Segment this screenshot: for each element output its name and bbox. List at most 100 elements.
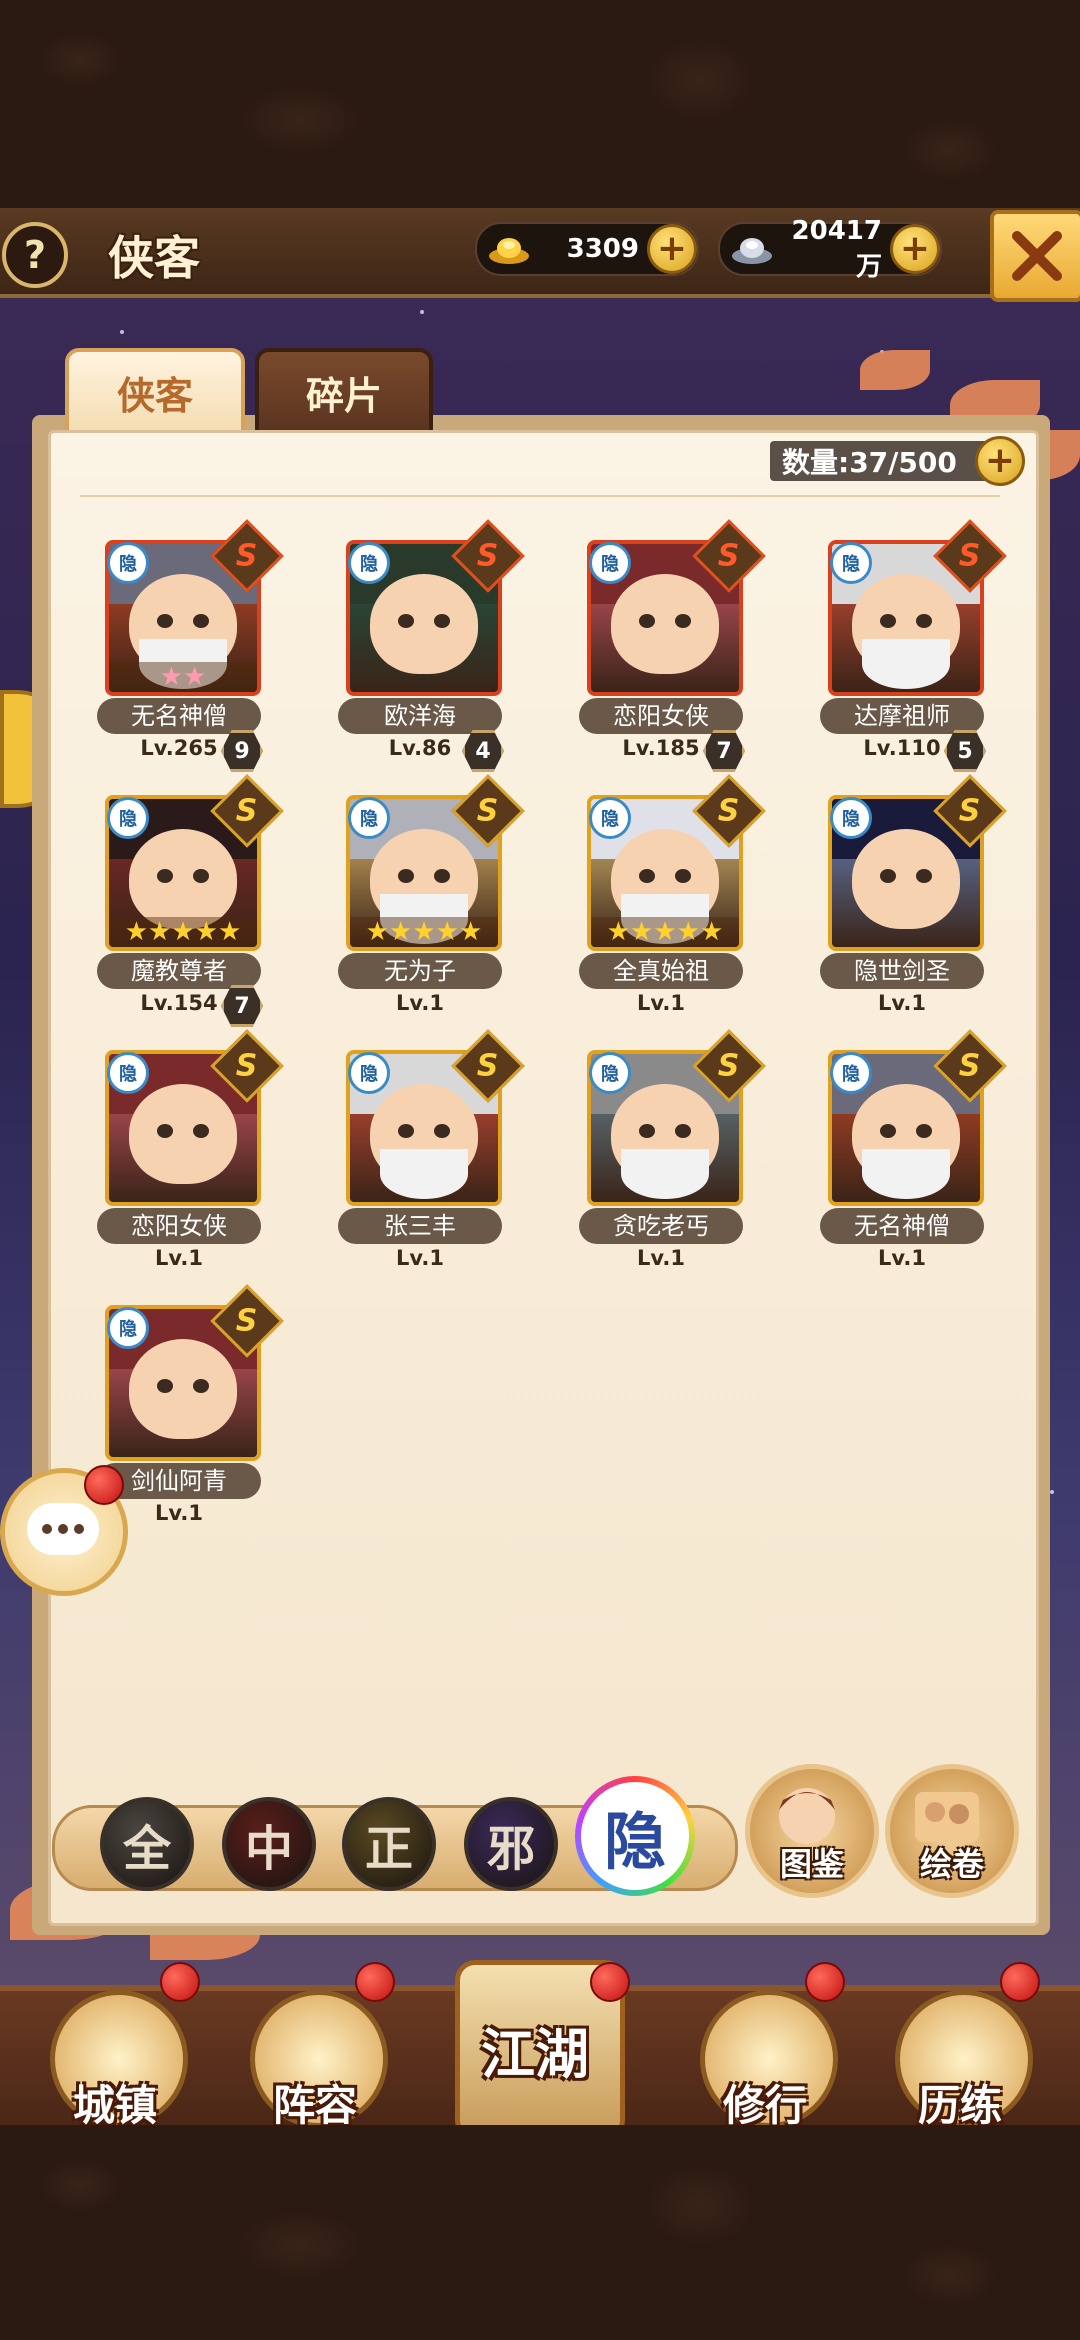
star-rating: ★ ★ ★ ★ ★ bbox=[591, 917, 739, 947]
hidden-faction-tag: 隐 bbox=[830, 797, 872, 839]
nav-label: 修行 bbox=[722, 2081, 807, 2130]
hidden-faction-tag: 隐 bbox=[107, 797, 149, 839]
star-icon: ★ bbox=[435, 917, 459, 947]
scroll-album-label: 绘卷 bbox=[919, 1845, 984, 1883]
hidden-faction-tag: 隐 bbox=[348, 542, 390, 584]
nav-training[interactable]: 修行 bbox=[695, 1990, 838, 2130]
silver-currency: 20417万 + bbox=[718, 216, 942, 282]
filter-neutral-button[interactable]: 中 bbox=[222, 1797, 316, 1891]
hidden-faction-tag: 隐 bbox=[348, 1052, 390, 1094]
hidden-faction-tag: 隐 bbox=[830, 1052, 872, 1094]
hero-name: 达摩祖师 bbox=[820, 698, 984, 734]
codex-label: 图鉴 bbox=[779, 1845, 844, 1883]
filter-evil-button[interactable]: 邪 bbox=[464, 1797, 558, 1891]
close-icon bbox=[1012, 231, 1062, 281]
hero-name: 欧洋海 bbox=[338, 698, 502, 734]
star-icon: ★ bbox=[653, 917, 677, 947]
gold-ingot-currency: 3309 + bbox=[475, 222, 699, 276]
hero-card[interactable]: ★ ★ ★ ★ ★ 隐 S 全真始祖 Lv.1 bbox=[579, 774, 766, 1015]
tab-heroes[interactable]: 侠客 bbox=[65, 348, 245, 436]
scroll-album-button[interactable]: 绘卷 bbox=[885, 1764, 1019, 1898]
hero-name: 恋阳女侠 bbox=[97, 1208, 261, 1244]
hero-name: 无名神僧 bbox=[820, 1208, 984, 1244]
hidden-faction-tag: 隐 bbox=[107, 1052, 149, 1094]
star-icon: ★ bbox=[412, 917, 436, 947]
star-icon: ★ bbox=[194, 917, 218, 947]
star-icon: ★ bbox=[389, 917, 413, 947]
hero-card[interactable]: 隐 S 达摩祖师 Lv.110 5 bbox=[820, 519, 1007, 772]
hero-name: 恋阳女侠 bbox=[579, 698, 743, 734]
hero-name: 魔教尊者 bbox=[97, 953, 261, 989]
nav-label: 历练 bbox=[917, 2081, 1002, 2130]
hero-card[interactable]: 隐 S 无名神僧 Lv.1 bbox=[820, 1029, 1007, 1270]
star-icon: ★ bbox=[217, 917, 242, 947]
star-icon: ★ bbox=[183, 662, 207, 692]
hidden-faction-tag: 隐 bbox=[107, 1307, 149, 1349]
notification-dot bbox=[160, 1962, 200, 2002]
hero-card[interactable]: 隐 S 剑仙阿青 Lv.1 bbox=[97, 1284, 284, 1525]
notification-dot bbox=[84, 1465, 124, 1505]
nav-trials[interactable]: 历练 bbox=[890, 1990, 1033, 2130]
hidden-faction-tag: 隐 bbox=[830, 542, 872, 584]
hero-card[interactable]: 隐 S 贪吃老丐 Lv.1 bbox=[579, 1029, 766, 1270]
star-rating: ★ ★ bbox=[109, 662, 257, 692]
hero-card[interactable]: 隐 S 张三丰 Lv.1 bbox=[338, 1029, 525, 1270]
hidden-faction-tag: 隐 bbox=[589, 1052, 631, 1094]
hero-level: Lv.1 bbox=[637, 991, 685, 1015]
star-icon: ★ bbox=[458, 917, 483, 947]
divider bbox=[80, 495, 1000, 497]
roster-count: 数量:37/500 bbox=[770, 441, 1002, 481]
hero-name: 无名神僧 bbox=[97, 698, 261, 734]
add-silver-button[interactable]: + bbox=[890, 224, 940, 274]
nav-jianghu[interactable]: 江湖 bbox=[455, 1960, 625, 2140]
nav-label: 城镇 bbox=[72, 2081, 157, 2130]
hero-name: 全真始祖 bbox=[579, 953, 743, 989]
hidden-faction-tag: 隐 bbox=[589, 542, 631, 584]
star-icon: ★ bbox=[148, 917, 172, 947]
star-icon: ★ bbox=[124, 917, 149, 947]
hero-level: Lv.1 bbox=[396, 991, 444, 1015]
hidden-faction-tag: 隐 bbox=[107, 542, 149, 584]
nav-lineup[interactable]: 阵容 bbox=[245, 1990, 388, 2130]
star-rating: ★ ★ ★ ★ ★ bbox=[350, 917, 498, 947]
star-rating: ★ ★ ★ ★ ★ bbox=[109, 917, 257, 947]
hero-name: 隐世剑圣 bbox=[820, 953, 984, 989]
nav-town[interactable]: 城镇 bbox=[45, 1990, 188, 2130]
tab-fragments[interactable]: 碎片 bbox=[255, 348, 433, 436]
help-button[interactable]: ? bbox=[2, 222, 68, 288]
silver-ingot-icon bbox=[732, 238, 772, 264]
notification-dot bbox=[1000, 1962, 1040, 2002]
expand-roster-button[interactable]: + bbox=[975, 436, 1025, 486]
filter-righteous-button[interactable]: 正 bbox=[342, 1797, 436, 1891]
hero-card[interactable]: 隐 S 恋阳女侠 Lv.1 bbox=[97, 1029, 284, 1270]
hero-card[interactable]: ★ ★ ★ ★ ★ 隐 S 魔教尊者 Lv.154 7 bbox=[97, 774, 284, 1027]
star-icon: ★ bbox=[676, 917, 700, 947]
nav-label: 阵容 bbox=[272, 2081, 357, 2130]
close-button[interactable] bbox=[990, 210, 1080, 302]
star-icon: ★ bbox=[159, 662, 183, 692]
gold-ingot-icon bbox=[489, 238, 529, 264]
hero-card[interactable]: ★ ★ ★ ★ ★ 隐 S 无为子 Lv.1 bbox=[338, 774, 525, 1015]
top-backdrop bbox=[0, 0, 1080, 210]
add-gold-button[interactable]: + bbox=[647, 224, 697, 274]
hero-level: Lv.1 bbox=[637, 1246, 685, 1270]
hero-card[interactable]: 隐 S 欧洋海 Lv.86 4 bbox=[338, 519, 525, 772]
filter-all-button[interactable]: 全 bbox=[100, 1797, 194, 1891]
hero-card[interactable]: 隐 S 隐世剑圣 Lv.1 bbox=[820, 774, 1007, 1015]
hero-level: Lv.1 bbox=[396, 1246, 444, 1270]
hero-card[interactable]: ★ ★ 隐 S 无名神僧 Lv.265 9 bbox=[97, 519, 284, 772]
hero-card[interactable]: 隐 S 恋阳女侠 Lv.185 7 bbox=[579, 519, 766, 772]
star-icon: ★ bbox=[606, 917, 631, 947]
hero-level: Lv.1 bbox=[155, 1246, 203, 1270]
maple-leaves-decoration bbox=[860, 350, 930, 390]
hero-name: 无为子 bbox=[338, 953, 502, 989]
codex-button[interactable]: 图鉴 bbox=[745, 1764, 879, 1898]
star-icon: ★ bbox=[365, 917, 390, 947]
filter-hidden-button[interactable]: 隐 bbox=[575, 1776, 695, 1896]
hero-level: Lv.1 bbox=[878, 1246, 926, 1270]
star-icon: ★ bbox=[171, 917, 195, 947]
chat-bubble-icon bbox=[27, 1503, 99, 1555]
hidden-faction-tag: 隐 bbox=[348, 797, 390, 839]
hero-name: 贪吃老丐 bbox=[579, 1208, 743, 1244]
notification-dot bbox=[805, 1962, 845, 2002]
